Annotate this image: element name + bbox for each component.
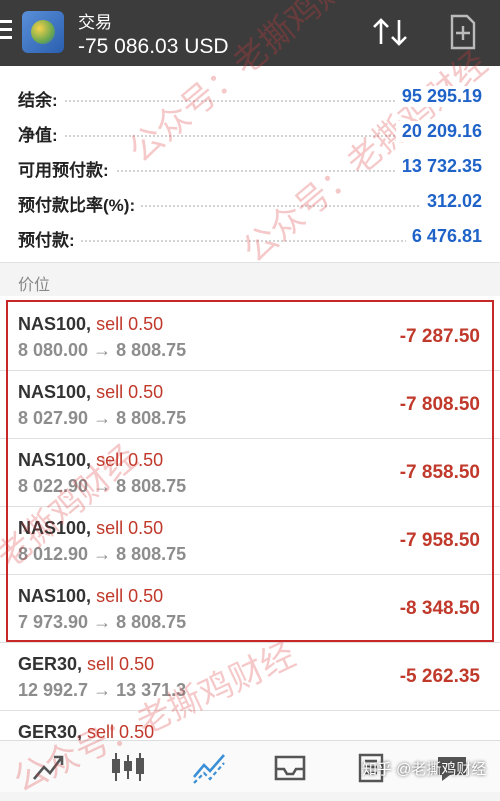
profit-value: -7 287.50	[399, 326, 480, 347]
positions-section-header: 价位	[0, 262, 500, 297]
summary-row-free-margin: 可用预付款: 13 732.35	[18, 148, 482, 184]
tab-trade[interactable]	[190, 749, 230, 785]
page-title: 交易	[78, 13, 112, 32]
sort-icon	[373, 18, 407, 46]
inbox-icon	[274, 755, 306, 781]
trade-icon	[193, 754, 225, 784]
position-row[interactable]: GER30, sell 0.50 12 992.7 → 13 371.3 -5 …	[0, 642, 500, 711]
add-order-button[interactable]	[440, 10, 484, 54]
app-logo	[22, 11, 64, 53]
sort-button[interactable]	[368, 10, 412, 54]
position-title: NAS100, sell 0.50	[18, 450, 163, 471]
order-side: sell 0.50	[87, 722, 155, 740]
summary-row-equity: 净值: 20 209.16	[18, 113, 482, 149]
balance-label: 结余:	[18, 86, 64, 111]
position-title: GER30, sell 0.50	[18, 722, 154, 740]
margin-level-label: 预付款比率(%):	[18, 191, 142, 216]
order-side: sell 0.50	[96, 450, 164, 470]
symbol: NAS100,	[18, 382, 92, 402]
profit-total: -75 086.03 USD	[78, 35, 229, 58]
position-row[interactable]: NAS100, sell 0.50 8 022.90 → 8 808.75 -7…	[0, 438, 500, 507]
account-summary: 结余: 95 295.19 净值: 20 209.16 可用预付款: 13 73…	[0, 66, 500, 262]
tab-quotes[interactable]	[28, 749, 68, 785]
price-range: 8 022.90 → 8 808.75	[18, 476, 187, 496]
position-title: NAS100, sell 0.50	[18, 586, 163, 607]
price-range: 7 973.90 → 8 808.75	[18, 612, 187, 632]
symbol: GER30,	[18, 722, 83, 740]
margin-label: 预付款:	[18, 226, 81, 251]
profit-value: -8 348.50	[399, 598, 480, 619]
chart-trend-icon	[33, 755, 64, 780]
margin-value: 6 476.81	[405, 226, 482, 247]
symbol: NAS100,	[18, 586, 92, 606]
order-side: sell 0.50	[96, 518, 164, 538]
position-row[interactable]: NAS100, sell 0.50 8 012.90 → 8 808.75 -7…	[0, 506, 500, 575]
price-range: 8 012.90 → 8 808.75	[18, 544, 187, 564]
price-range: 12 992.7 → 13 371.3	[18, 680, 187, 700]
equity-value: 20 209.16	[395, 121, 482, 142]
position-row[interactable]: NAS100, sell 0.50 7 973.90 → 8 808.75 -8…	[0, 574, 500, 643]
price-range: 8 080.00 → 8 808.75	[18, 340, 187, 360]
add-document-icon	[450, 14, 476, 50]
profit-value: -7 858.50	[399, 462, 480, 483]
symbol: NAS100,	[18, 450, 92, 470]
symbol: NAS100,	[18, 314, 92, 334]
free-margin-label: 可用预付款:	[18, 156, 115, 181]
summary-row-balance: 结余: 95 295.19	[18, 78, 482, 114]
order-side: sell 0.50	[87, 654, 155, 674]
balance-value: 95 295.19	[395, 86, 482, 107]
order-side: sell 0.50	[96, 382, 164, 402]
positions-list: NAS100, sell 0.50 8 080.00 → 8 808.75 -7…	[0, 296, 500, 740]
summary-row-margin-level: 预付款比率(%): 312.02	[18, 183, 482, 219]
tab-chart[interactable]	[108, 749, 148, 785]
margin-level-value: 312.02	[420, 191, 482, 212]
profit-value: -5 262.35	[399, 666, 480, 687]
symbol: GER30,	[18, 654, 83, 674]
position-title: GER30, sell 0.50	[18, 654, 154, 675]
profit-value: -7 958.50	[399, 530, 480, 551]
candlestick-icon	[112, 753, 144, 781]
order-side: sell 0.50	[96, 586, 164, 606]
position-row[interactable]: NAS100, sell 0.50 8 027.90 → 8 808.75 -7…	[0, 370, 500, 439]
source-watermark: 知乎 @老撕鸡财经	[362, 761, 487, 778]
position-title: NAS100, sell 0.50	[18, 518, 163, 539]
order-side: sell 0.50	[96, 314, 164, 334]
menu-icon[interactable]	[0, 20, 12, 42]
position-row[interactable]: NAS100, sell 0.50 8 080.00 → 8 808.75 -7…	[0, 302, 500, 371]
top-bar: 交易 -75 086.03 USD	[0, 0, 500, 66]
symbol: NAS100,	[18, 518, 92, 538]
position-title: NAS100, sell 0.50	[18, 314, 163, 335]
free-margin-value: 13 732.35	[395, 156, 482, 177]
profit-value: -7 808.50	[399, 394, 480, 415]
position-row[interactable]: GER30, sell 0.50	[0, 710, 500, 740]
position-title: NAS100, sell 0.50	[18, 382, 163, 403]
tab-history[interactable]	[270, 749, 310, 785]
section-label: 价位	[18, 277, 51, 294]
summary-row-margin: 预付款: 6 476.81	[18, 218, 482, 254]
price-range: 8 027.90 → 8 808.75	[18, 408, 187, 428]
equity-label: 净值:	[18, 121, 64, 146]
